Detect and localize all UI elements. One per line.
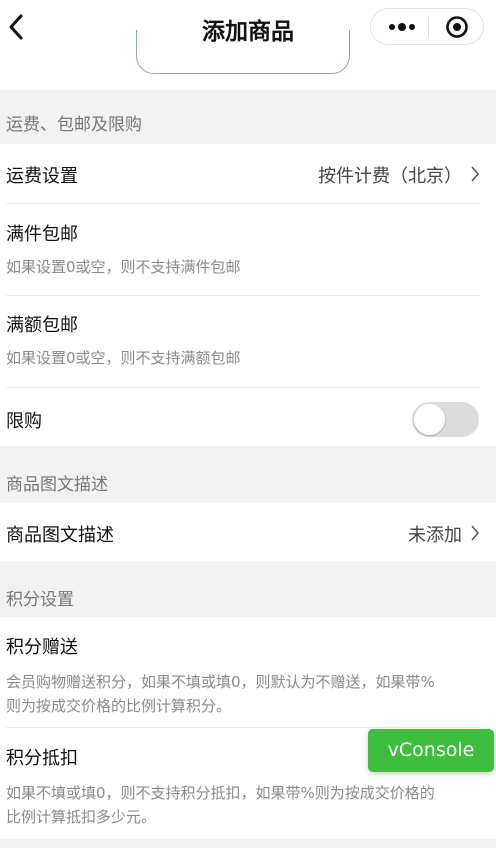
points-deduct-desc-line2[interactable]: 比例计算抵扣多少元。 [6,805,156,829]
chevron-right-icon [471,525,479,541]
free-by-count-label: 满件包邮 [6,224,78,245]
target-circle-icon[interactable] [445,15,469,39]
more-dots-icon[interactable] [386,9,418,45]
section-header-description: 商品图文描述 [6,475,108,495]
points-gift-label: 积分赠送 [6,637,78,658]
limit-label: 限购 [6,411,42,432]
divider [6,203,480,204]
description-label: 商品图文描述 [6,525,114,546]
section-header-points: 积分设置 [6,590,74,610]
points-deduct-label: 积分抵扣 [6,748,78,769]
points-gift-desc-line1[interactable]: 会员购物赠送积分，如果不填或填0，则默认为不赠送，如果带% [6,670,435,694]
description-card[interactable]: 商品图文描述 未添加 [0,503,496,561]
vconsole-button[interactable]: vConsole [368,729,494,772]
points-gift-desc-line2[interactable]: 则为按成交价格的比例计算积分。 [6,694,231,718]
shipping-card: 运费设置 按件计费（北京） 满件包邮 如果设置0或空，则不支持满件包邮 满额包邮… [0,144,496,446]
freight-row[interactable]: 运费设置 按件计费（北京） [0,144,496,204]
chevron-right-icon [471,166,479,182]
section-header-shipping: 运费、包邮及限购 [6,115,142,135]
divider [6,727,480,728]
free-by-amount-input[interactable]: 如果设置0或空，则不支持满额包邮 [6,346,241,370]
points-card: 积分赠送 会员购物赠送积分，如果不填或填0，则默认为不赠送，如果带% 则为按成交… [0,617,496,839]
freight-label: 运费设置 [6,166,78,187]
divider [6,387,480,388]
points-deduct-desc-line1[interactable]: 如果不填或填0，则不支持积分抵扣，如果带%则为按成交价格的 [6,781,435,805]
divider [6,295,480,296]
capsule-divider [428,18,429,37]
free-by-amount-label: 满额包邮 [6,315,78,336]
description-value: 未添加 [408,525,462,546]
limit-toggle[interactable] [412,402,479,437]
mini-program-capsule [370,8,484,45]
image-upload-frame[interactable] [136,30,350,74]
previous-content-card [0,30,496,90]
toggle-knob [414,404,445,435]
free-by-count-input[interactable]: 如果设置0或空，则不支持满件包邮 [6,255,241,279]
freight-value: 按件计费（北京） [318,166,462,187]
